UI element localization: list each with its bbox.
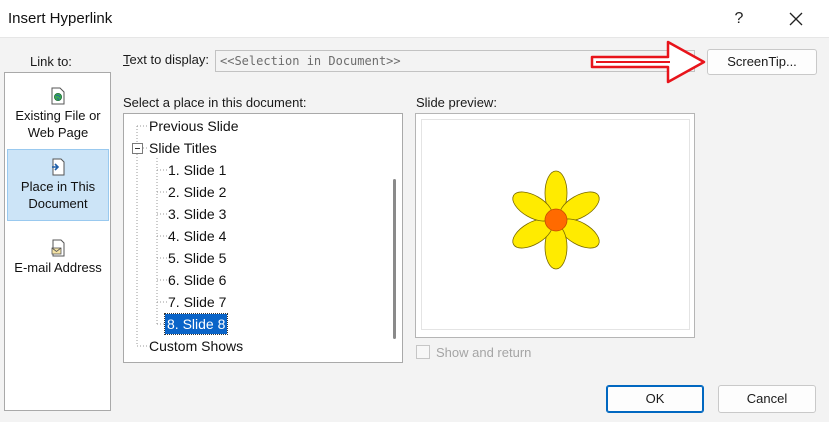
existing-file-icon [51,87,65,105]
tree-item[interactable]: Slide Titles [147,138,219,158]
cancel-button[interactable]: Cancel [718,385,816,413]
link-to-existing-file[interactable]: Existing File or Web Page [7,85,109,145]
close-button[interactable] [780,5,812,33]
link-to-place-label: Place in This [20,179,96,194]
slide-thumbnail [422,120,689,329]
tree-item[interactable]: 2. Slide 2 [166,182,228,202]
screentip-button[interactable]: ScreenTip... [707,49,817,75]
tree-item[interactable]: 5. Slide 5 [166,248,228,268]
slide-preview [415,113,695,338]
link-to-place-in-document[interactable]: Place in This Document [7,149,109,221]
dialog-title: Insert Hyperlink [8,10,113,27]
link-to-label: Link to: [30,54,72,69]
link-to-place-label-2: Document [28,196,88,211]
slide-preview-label: Slide preview: [416,95,497,110]
text-to-display-label: Text to display: [123,52,209,67]
flower-image [512,170,600,270]
scrollbar-thumb[interactable] [393,179,396,339]
place-tree[interactable]: Previous Slide Slide Titles 1. Slide 1 2… [123,113,403,363]
tree-item[interactable]: Previous Slide [147,116,241,136]
tree-item[interactable]: 1. Slide 1 [166,160,228,180]
show-and-return-label: Show and return [436,345,532,360]
link-to-panel: Existing File or Web Page Place in This … [4,72,111,411]
annotation-arrow-icon [590,40,706,84]
link-to-email-address[interactable]: E-mail Address [7,233,109,283]
checkbox-box[interactable] [416,345,430,359]
close-icon [789,12,803,26]
tree-item[interactable]: Custom Shows [147,336,245,356]
link-to-existing-file-label-2: Web Page [27,125,89,140]
collapse-toggle-icon[interactable] [132,143,143,154]
tree-scrollbar[interactable] [388,115,402,361]
tree-item[interactable]: 3. Slide 3 [166,204,228,224]
tree-item[interactable]: 6. Slide 6 [166,270,228,290]
ok-button[interactable]: OK [606,385,704,413]
place-in-document-icon [52,158,65,176]
link-to-email-label: E-mail Address [14,260,102,275]
title-bar: Insert Hyperlink ? [0,0,829,38]
email-icon [51,239,65,257]
link-to-existing-file-label: Existing File or [15,108,101,123]
select-place-label: Select a place in this document: [123,95,307,110]
tree-item-selected[interactable]: 8. Slide 8 [163,313,229,335]
tree-item[interactable]: 4. Slide 4 [166,226,228,246]
tree-item[interactable]: 7. Slide 7 [166,292,228,312]
help-button[interactable]: ? [725,5,753,33]
